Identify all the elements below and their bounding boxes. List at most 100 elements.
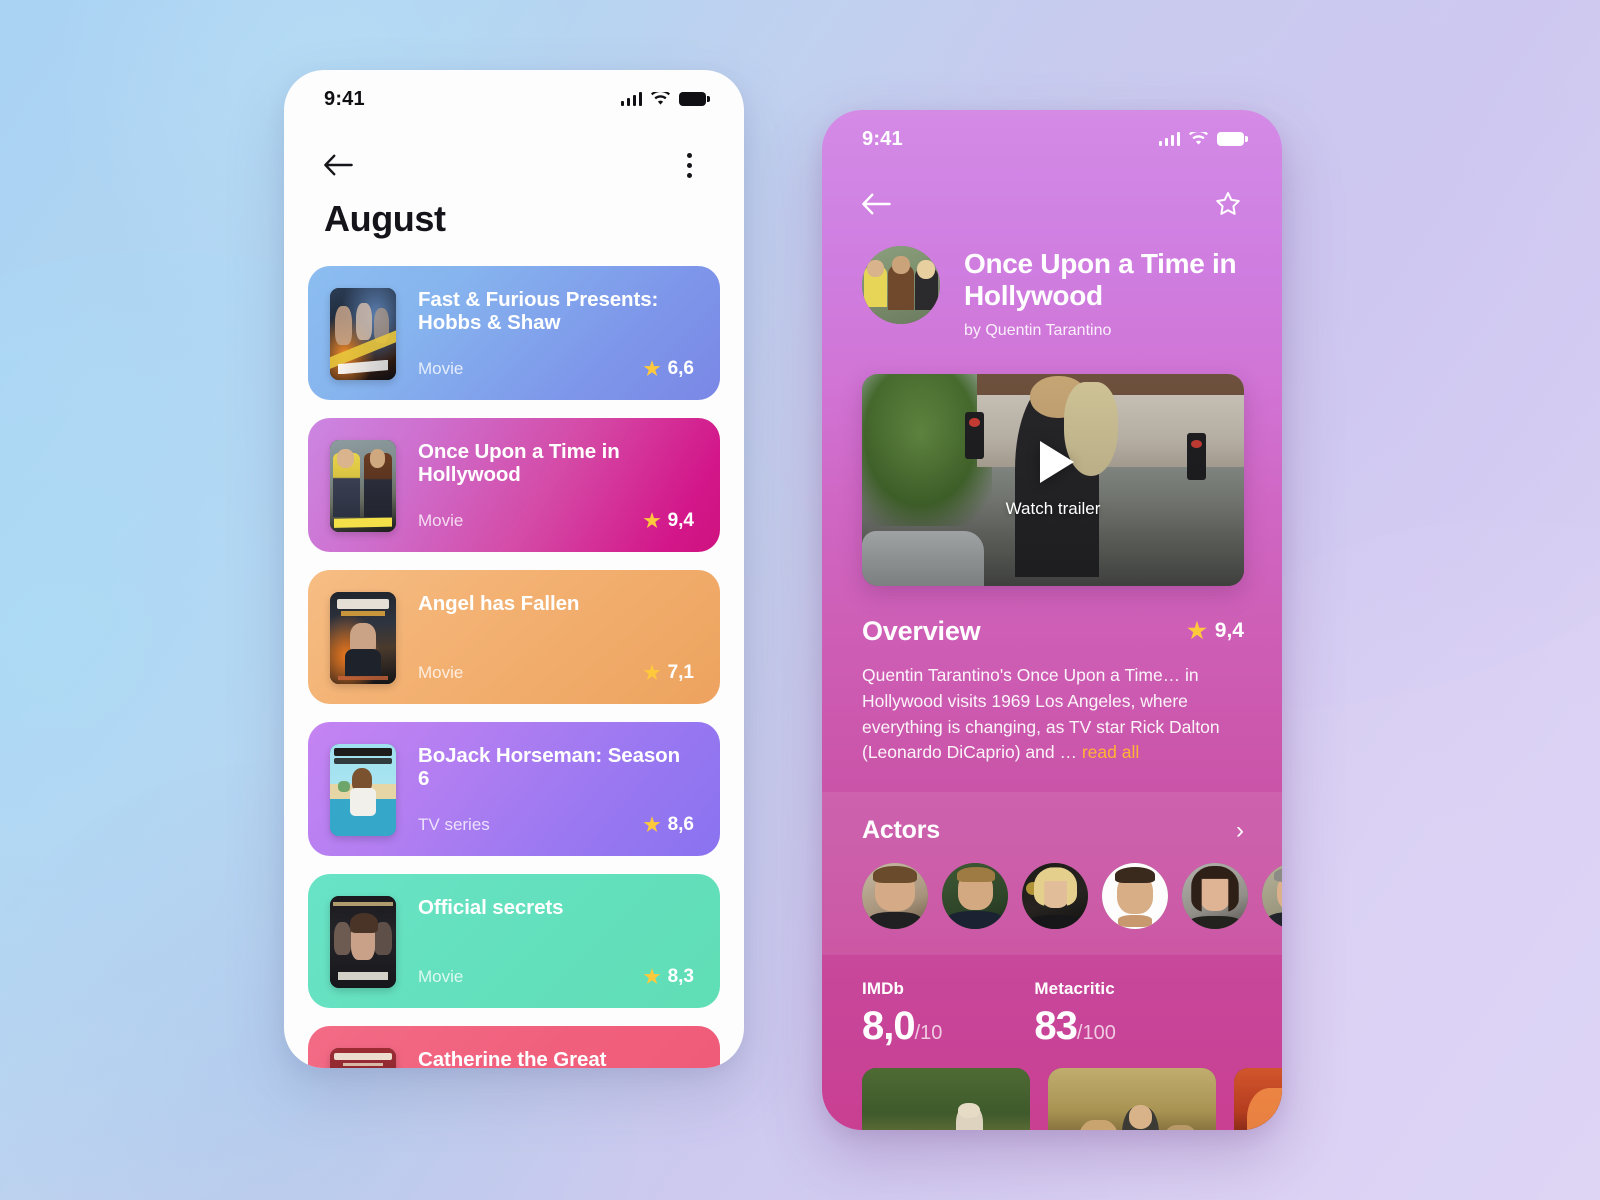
list-item[interactable]: Fast & Furious Presents: Hobbs & Shaw Mo…: [308, 266, 720, 400]
star-filled-icon: ★: [643, 510, 661, 532]
trailer-player[interactable]: Watch trailer: [862, 373, 1244, 586]
list-item-kind: Movie: [418, 511, 464, 530]
list-item-meta: Movie ★ 6,6: [418, 358, 694, 380]
actor-leonardo-dicaprio[interactable]: [862, 863, 928, 930]
rating-number: 8,0/10: [862, 1006, 942, 1046]
rating-source: IMDb: [862, 979, 904, 999]
wifi-icon: [651, 92, 670, 106]
list-item[interactable]: Angel has Fallen Movie ★ 7,1: [308, 570, 720, 704]
status-bar: 9:41: [822, 110, 1282, 168]
card-body: Fast & Furious Presents: Hobbs & Shaw Mo…: [418, 288, 694, 380]
star-outline-icon[interactable]: [1214, 190, 1242, 218]
rating-value: 6,6: [667, 358, 694, 379]
actors-list[interactable]: [862, 863, 1282, 930]
star-filled-icon: ★: [643, 358, 661, 380]
poster-once-upon-a-time-in-hollywood: [330, 440, 396, 532]
still-ranch-exterior[interactable]: [862, 1068, 1030, 1130]
rating-value: 9,4: [1214, 619, 1244, 643]
overview-text: Quentin Tarantino's Once Upon a Time… in…: [862, 663, 1244, 767]
list-item-title: Fast & Furious Presents: Hobbs & Shaw: [418, 288, 659, 335]
rating-source: Metacritic: [1034, 979, 1115, 999]
ratings-row: IMDb 8,0/10 Metacritic 83/100: [822, 955, 1282, 1068]
wifi-icon: [1189, 132, 1208, 146]
hero-header: Once Upon a Time in Hollywood by Quentin…: [822, 224, 1282, 340]
watch-trailer-label: Watch trailer: [1005, 498, 1101, 518]
actor-margot-robbie[interactable]: [1022, 863, 1088, 930]
list-item[interactable]: BoJack Horseman: Season 6 TV series ★ 8,…: [308, 722, 720, 856]
overview-section: Overview ★ 9,4 Quentin Tarantino's Once …: [822, 586, 1282, 793]
overview-body: Quentin Tarantino's Once Upon a Time… in…: [862, 664, 1220, 763]
movie-avatar: [862, 246, 940, 324]
rating-metacritic: Metacritic 83/100: [1034, 979, 1115, 1046]
actor-margaret-qualley[interactable]: [1182, 863, 1248, 930]
rating-value: 8,6: [667, 814, 694, 835]
card-body: Catherine the Great TV Series ★ 7,6: [418, 1048, 694, 1068]
star-filled-icon: ★: [1187, 618, 1207, 644]
status-bar: 9:41: [284, 70, 744, 128]
list-item-kind: Movie: [418, 663, 464, 682]
star-filled-icon: ★: [643, 966, 661, 988]
rating-number: 83/100: [1034, 1006, 1115, 1046]
poster-catherine-the-great: [330, 1048, 396, 1068]
read-all-link[interactable]: read all: [1082, 742, 1139, 762]
star-filled-icon: ★: [643, 814, 661, 836]
rating-value: 7,1: [667, 662, 694, 683]
card-body: Official secrets Movie ★ 8,3: [418, 896, 694, 988]
still-interior-group[interactable]: [1048, 1068, 1216, 1130]
list-item-meta: TV series ★ 8,6: [418, 814, 694, 836]
list-item-meta: Movie ★ 7,1: [418, 662, 694, 684]
actor-timothy-olyphant[interactable]: [1262, 863, 1282, 930]
actor-emile-hirsch[interactable]: [1102, 863, 1168, 930]
poster-hobbs-and-shaw: [330, 288, 396, 380]
back-arrow-icon[interactable]: [324, 154, 354, 176]
poster-official-secrets: [330, 896, 396, 988]
cellular-bars-icon: [1158, 132, 1180, 146]
list-item-title: BoJack Horseman: Season 6: [418, 744, 681, 791]
list-item-kind: TV series: [418, 815, 490, 834]
status-icons: [620, 92, 710, 106]
card-body: Angel has Fallen Movie ★ 7,1: [418, 592, 694, 684]
cellular-bars-icon: [620, 92, 642, 106]
actors-header: Actors ›: [862, 816, 1282, 845]
battery-icon: [679, 92, 710, 106]
list-item-rating: ★ 8,6: [644, 814, 694, 836]
actors-section: Actors ›: [822, 792, 1282, 956]
rating-value: 9,4: [667, 510, 694, 531]
overview-header: Overview ★ 9,4: [862, 616, 1244, 647]
list-item-rating: ★ 7,1: [644, 662, 694, 684]
rating-imdb: IMDb 8,0/10: [862, 979, 942, 1046]
actor-brad-pitt[interactable]: [942, 863, 1008, 930]
card-body: Once Upon a Time in Hollywood Movie ★ 9,…: [418, 440, 694, 532]
detail-nav-bar: [822, 168, 1282, 224]
rating-score: 83: [1034, 1004, 1077, 1049]
rating-score: 8,0: [862, 1004, 916, 1049]
list-item-kind: Movie: [418, 967, 464, 986]
overview-rating: ★ 9,4: [1187, 619, 1244, 643]
list-item-rating: ★ 8,3: [644, 966, 694, 988]
list-item[interactable]: Official secrets Movie ★ 8,3: [308, 874, 720, 1008]
kebab-menu-icon[interactable]: [677, 149, 702, 182]
list-item[interactable]: Catherine the Great TV Series ★ 7,6: [308, 1026, 720, 1068]
detail-director: by Quentin Tarantino: [964, 321, 1112, 339]
star-filled-icon: ★: [643, 662, 661, 684]
play-triangle-icon[interactable]: [1040, 440, 1074, 483]
list-item-meta: Movie ★ 9,4: [418, 510, 694, 532]
detail-title: Once Upon a Time in Hollywood: [964, 248, 1237, 311]
back-arrow-icon[interactable]: [862, 193, 892, 215]
poster-bojack-horseman: [330, 744, 396, 836]
stills-gallery[interactable]: [822, 1068, 1282, 1130]
left-nav-bar: [284, 128, 744, 184]
list-item-title: Catherine the Great: [418, 1048, 607, 1068]
still-red-scene[interactable]: [1234, 1068, 1282, 1130]
rating-scale: /10: [914, 1022, 943, 1045]
rating-scale: /100: [1076, 1022, 1116, 1045]
chevron-right-icon[interactable]: ›: [1236, 818, 1244, 843]
status-clock: 9:41: [324, 87, 365, 110]
list-item[interactable]: Once Upon a Time in Hollywood Movie ★ 9,…: [308, 418, 720, 552]
page-background: [0, 0, 1600, 1200]
list-item-rating: ★ 9,4: [644, 510, 694, 532]
card-body: BoJack Horseman: Season 6 TV series ★ 8,…: [418, 744, 694, 836]
hero-text: Once Upon a Time in Hollywood by Quentin…: [964, 246, 1246, 340]
list-item-meta: Movie ★ 8,3: [418, 966, 694, 988]
overview-heading: Overview: [862, 615, 981, 646]
